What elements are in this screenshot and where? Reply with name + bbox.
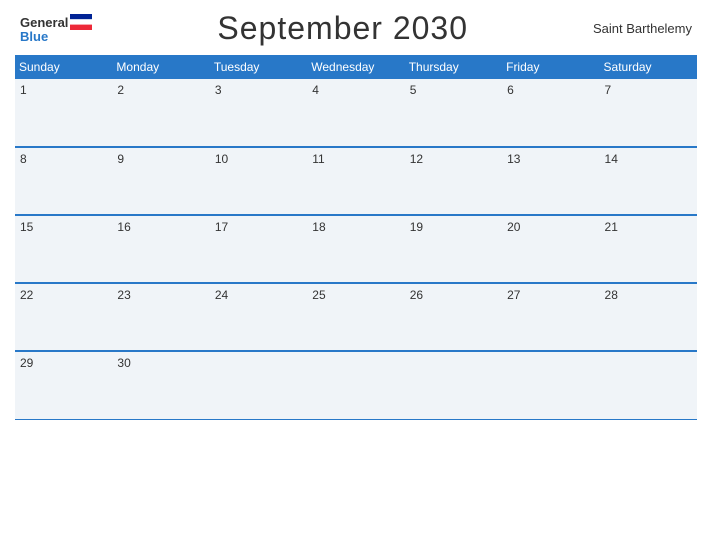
weekday-header-sunday: Sunday [15, 55, 112, 79]
day-number: 16 [117, 220, 130, 234]
day-number: 23 [117, 288, 130, 302]
day-number: 17 [215, 220, 228, 234]
day-number: 3 [215, 83, 222, 97]
day-number: 26 [410, 288, 423, 302]
calendar-day-cell: 27 [502, 283, 599, 351]
calendar-body: 1234567891011121314151617181920212223242… [15, 79, 697, 419]
day-number: 10 [215, 152, 228, 166]
day-number: 25 [312, 288, 325, 302]
calendar-day-cell: 4 [307, 79, 404, 147]
calendar-day-cell: 28 [600, 283, 697, 351]
day-number: 2 [117, 83, 124, 97]
calendar-title: September 2030 [217, 10, 468, 47]
day-number: 6 [507, 83, 514, 97]
calendar-day-cell [405, 351, 502, 419]
logo: General Blue [20, 14, 92, 43]
weekday-header-wednesday: Wednesday [307, 55, 404, 79]
calendar-day-cell: 13 [502, 147, 599, 215]
calendar-day-cell: 25 [307, 283, 404, 351]
day-number: 5 [410, 83, 417, 97]
logo-blue-text: Blue [20, 30, 48, 43]
weekday-header-saturday: Saturday [600, 55, 697, 79]
day-number: 1 [20, 83, 27, 97]
calendar-day-cell: 3 [210, 79, 307, 147]
day-number: 14 [605, 152, 618, 166]
calendar-day-cell: 19 [405, 215, 502, 283]
calendar-day-cell: 1 [15, 79, 112, 147]
weekday-header-thursday: Thursday [405, 55, 502, 79]
calendar-day-cell: 17 [210, 215, 307, 283]
calendar-day-cell: 5 [405, 79, 502, 147]
logo-flag-icon [70, 14, 92, 30]
calendar-day-cell: 20 [502, 215, 599, 283]
calendar-day-cell: 26 [405, 283, 502, 351]
calendar-day-cell: 16 [112, 215, 209, 283]
calendar-day-cell: 2 [112, 79, 209, 147]
calendar-day-cell: 7 [600, 79, 697, 147]
weekday-header-monday: Monday [112, 55, 209, 79]
day-number: 4 [312, 83, 319, 97]
calendar-day-cell: 6 [502, 79, 599, 147]
calendar-day-cell: 9 [112, 147, 209, 215]
calendar-day-cell [307, 351, 404, 419]
calendar-container: General Blue September 2030 Saint Barthe… [0, 0, 712, 550]
weekday-header-tuesday: Tuesday [210, 55, 307, 79]
calendar-day-cell: 14 [600, 147, 697, 215]
calendar-day-cell: 18 [307, 215, 404, 283]
calendar-day-cell [600, 351, 697, 419]
day-number: 28 [605, 288, 618, 302]
day-number: 18 [312, 220, 325, 234]
calendar-day-cell: 8 [15, 147, 112, 215]
day-number: 8 [20, 152, 27, 166]
day-number: 21 [605, 220, 618, 234]
day-number: 11 [312, 152, 324, 166]
calendar-week-row: 29 30 [15, 351, 697, 419]
calendar-header: General Blue September 2030 Saint Barthe… [15, 10, 697, 47]
calendar-day-cell: 22 [15, 283, 112, 351]
weekday-header-friday: Friday [502, 55, 599, 79]
calendar-week-row: 8 9 10 11 12 13 14 [15, 147, 697, 215]
calendar-day-cell: 23 [112, 283, 209, 351]
day-number: 15 [20, 220, 33, 234]
day-number: 7 [605, 83, 612, 97]
day-number: 19 [410, 220, 423, 234]
calendar-day-cell: 12 [405, 147, 502, 215]
calendar-day-cell: 29 [15, 351, 112, 419]
calendar-day-cell: 24 [210, 283, 307, 351]
day-number: 13 [507, 152, 520, 166]
calendar-week-row: 22 23 24 25 26 27 28 [15, 283, 697, 351]
calendar-day-cell [502, 351, 599, 419]
calendar-day-cell: 11 [307, 147, 404, 215]
day-number: 29 [20, 356, 33, 370]
calendar-day-cell: 21 [600, 215, 697, 283]
calendar-day-cell: 10 [210, 147, 307, 215]
calendar-header-row: SundayMondayTuesdayWednesdayThursdayFrid… [15, 55, 697, 79]
logo-general-text: General [20, 16, 68, 29]
day-number: 9 [117, 152, 124, 166]
day-number: 30 [117, 356, 130, 370]
day-number: 20 [507, 220, 520, 234]
calendar-table: SundayMondayTuesdayWednesdayThursdayFrid… [15, 55, 697, 420]
calendar-day-cell: 15 [15, 215, 112, 283]
day-number: 12 [410, 152, 423, 166]
calendar-day-cell: 30 [112, 351, 209, 419]
day-number: 22 [20, 288, 33, 302]
calendar-week-row: 1 2 3 4 5 6 7 [15, 79, 697, 147]
day-number: 24 [215, 288, 228, 302]
country-label: Saint Barthelemy [593, 21, 692, 36]
day-number: 27 [507, 288, 520, 302]
calendar-day-cell [210, 351, 307, 419]
calendar-week-row: 15 16 17 18 19 20 21 [15, 215, 697, 283]
